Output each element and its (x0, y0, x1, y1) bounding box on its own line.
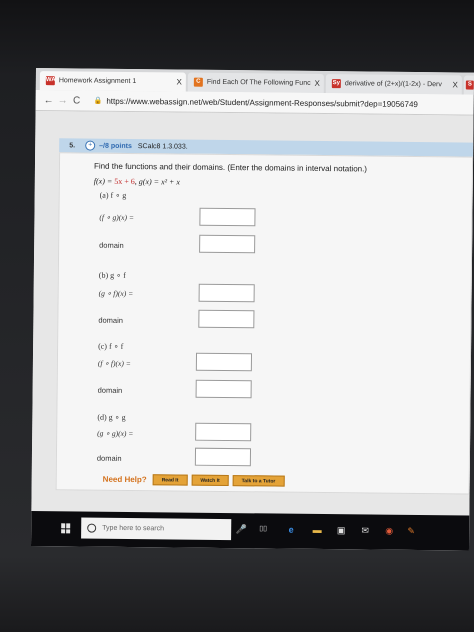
part-d-domain-label: domain (96, 453, 122, 463)
function-definitions: f(x) = 5x + 6, g(x) = x² + x (94, 177, 180, 187)
tab-label: derivative of (2+x)/(1-2x) - Derv (344, 80, 442, 89)
question-number: 5. (69, 141, 76, 149)
search-placeholder: Type here to search (102, 524, 165, 533)
part-c-domain-input[interactable] (195, 379, 252, 399)
microphone-icon[interactable]: 🎤 (235, 523, 247, 535)
read-it-button[interactable]: Read It (152, 474, 188, 486)
webassign-favicon-icon: WA (45, 76, 56, 86)
part-b-label: (b) g ∘ f (98, 270, 126, 280)
file-explorer-icon[interactable]: ▬ (311, 524, 323, 536)
part-a-composition-input[interactable] (199, 207, 256, 227)
task-view-icon[interactable]: ▯▯ (257, 523, 269, 535)
tab-symbolab[interactable]: Sy derivative of (2+x)/(1-2x) - Derv X (325, 74, 462, 95)
f-definition: f(x) = (93, 176, 115, 186)
url-text: https://www.webassign.net/web/Student/As… (106, 96, 418, 109)
tab-chegg[interactable]: C Find Each Of The Following Func X (187, 72, 324, 94)
windows-taskbar: Type here to search 🎤 ▯▯ e ▬ ▣ ✉ ◉ ✎ (30, 510, 470, 551)
chegg-favicon-icon: C (193, 77, 203, 87)
part-a-composition-label: (f ∘ g)(x) = (99, 212, 135, 223)
tab-label: Find Each Of The Following Func (206, 78, 311, 87)
store-icon[interactable]: ▣ (335, 524, 347, 536)
close-icon[interactable]: X (452, 80, 457, 89)
part-b-composition-label: (g ∘ f)(x) = (98, 288, 134, 299)
symbolab-favicon-icon: Sy (331, 79, 341, 89)
part-d-domain-input[interactable] (194, 447, 252, 467)
part-d-label: (d) g ∘ g (97, 412, 126, 422)
part-a-label: (a) f ∘ g (99, 190, 127, 200)
part-c-label: (c) f ∘ f (98, 341, 124, 351)
paint-icon[interactable]: ✎ (405, 525, 417, 537)
talk-to-tutor-button[interactable]: Talk to a Tutor (232, 475, 285, 487)
part-a-domain-input[interactable] (199, 234, 256, 254)
windows-start-icon[interactable] (61, 523, 71, 534)
part-a-domain-label: domain (99, 240, 124, 250)
close-icon[interactable]: X (176, 77, 181, 86)
part-b-domain-label: domain (98, 315, 124, 325)
question-code: SCalc8 1.3.033. (137, 142, 188, 151)
tab-overflow[interactable]: S (463, 75, 474, 95)
need-help-label: Need Help? (102, 474, 147, 485)
lock-icon: 🔒 (93, 97, 103, 105)
tab-homework-assignment[interactable]: WA Homework Assignment 1 X (39, 71, 186, 92)
watch-it-button[interactable]: Watch It (191, 474, 229, 487)
taskbar-search-input[interactable]: Type here to search (81, 517, 232, 541)
chrome-icon[interactable]: ◉ (383, 525, 395, 537)
part-b-composition-input[interactable] (198, 283, 255, 303)
question-instructions: Find the functions and their domains. (E… (93, 161, 368, 174)
part-d-composition-label: (g ∘ g)(x) = (97, 428, 134, 439)
back-arrow-icon[interactable]: ← (42, 95, 56, 106)
address-bar[interactable]: 🔒 https://www.webassign.net/web/Student/… (94, 96, 418, 108)
tab-label: Homework Assignment 1 (58, 77, 137, 86)
question-body: Find the functions and their domains. (E… (55, 152, 474, 495)
part-c-composition-label: (f ∘ f)(x) = (97, 358, 131, 369)
forward-arrow-icon[interactable]: → (56, 95, 70, 106)
tab-favicon-icon: S (465, 80, 474, 90)
browser-window: WA Homework Assignment 1 X C Find Each O… (30, 68, 474, 551)
g-definition: , g(x) = x² + x (134, 177, 181, 187)
reload-icon[interactable]: C (70, 95, 84, 106)
edge-browser-icon[interactable]: e (285, 524, 297, 536)
close-icon[interactable]: X (314, 79, 319, 88)
part-d-composition-input[interactable] (195, 422, 252, 442)
need-help-row: Need Help? Read It Watch It Talk to a Tu… (103, 474, 289, 487)
part-c-domain-label: domain (97, 385, 123, 395)
expand-plus-icon[interactable]: + (85, 140, 96, 151)
f-expression: 5x + 6 (114, 176, 135, 187)
part-b-domain-input[interactable] (198, 309, 255, 329)
cortana-circle-icon (87, 523, 97, 533)
mail-icon[interactable]: ✉ (359, 524, 371, 536)
webassign-page: 5. + –/8 points SCalc8 1.3.033. Find the… (31, 110, 474, 516)
question-points: –/8 points (99, 142, 132, 150)
part-c-composition-input[interactable] (195, 352, 253, 372)
